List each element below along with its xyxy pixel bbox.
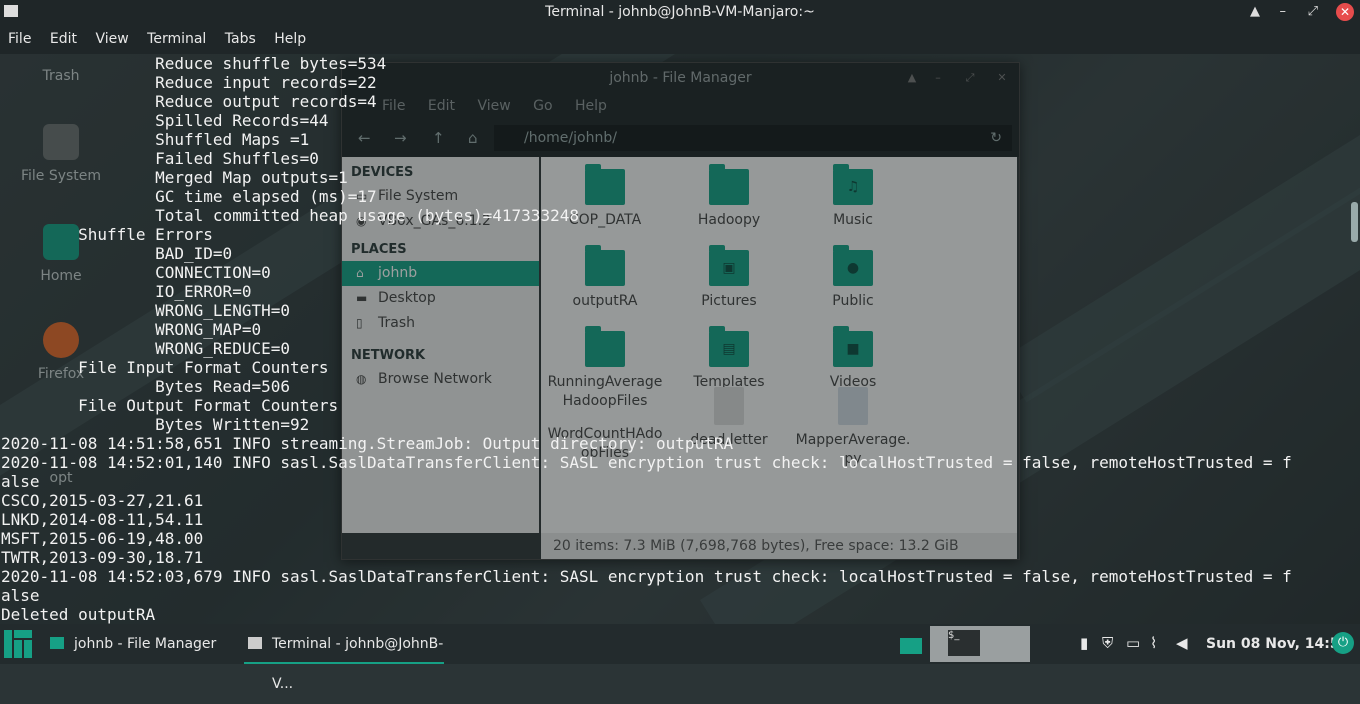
menu-tabs[interactable]: Tabs [225, 31, 256, 47]
window-menu-icon[interactable]: ▲ [1250, 0, 1260, 24]
terminal-line: Shuffle Errors [1, 225, 213, 244]
terminal-line: Failed Shuffles=0 [1, 149, 319, 168]
attachment-icon[interactable]: ⌇ [1150, 634, 1157, 652]
terminal-line: 2020-11-08 14:52:03,679 INFO sasl.SaslDa… [1, 567, 1292, 586]
clipboard-icon[interactable]: ▮ [1080, 634, 1088, 652]
taskbar: johnb - File Manager Terminal - johnb@Jo… [0, 624, 1360, 692]
terminal-line: File Input Format Counters [1, 358, 329, 377]
menu-help[interactable]: Help [274, 31, 306, 47]
terminal-line: WRONG_LENGTH=0 [1, 301, 290, 320]
close-icon[interactable]: ✕ [1336, 3, 1354, 21]
shield-icon[interactable]: ⛨ [1102, 634, 1113, 652]
terminal-output[interactable]: Reduce shuffle bytes=534 Reduce input re… [0, 54, 1349, 624]
taskbar-task-file-manager[interactable]: johnb - File Manager [46, 624, 264, 664]
workspace-1[interactable] [896, 626, 926, 662]
terminal-line: Merged Map outputs=1 [1, 168, 348, 187]
terminal-line: CSCO,2015-03-27,21.61 [1, 491, 204, 510]
terminal-app-icon [4, 5, 18, 17]
terminal-line: Reduce output records=4 [1, 92, 377, 111]
terminal-line: MSFT,2015-06-19,48.00 [1, 529, 204, 548]
menu-file[interactable]: File [8, 31, 31, 47]
terminal-line: 2020-11-08 14:52:01,140 INFO sasl.SaslDa… [1, 453, 1292, 472]
power-icon[interactable]: ⏻ [1332, 632, 1354, 654]
task-label: johnb - File Manager [74, 636, 217, 652]
terminal-line: Reduce shuffle bytes=534 [1, 54, 387, 73]
terminal-line: 2020-11-08 14:51:58,651 INFO streaming.S… [1, 434, 734, 453]
scrollbar-thumb[interactable] [1351, 202, 1358, 242]
terminal-line: CONNECTION=0 [1, 263, 271, 282]
terminal-menubar: File Edit View Terminal Tabs Help [0, 24, 1360, 54]
display-icon[interactable]: ▭ [1126, 634, 1140, 652]
terminal-line: BAD_ID=0 [1, 244, 233, 263]
terminal-line: WRONG_REDUCE=0 [1, 339, 290, 358]
terminal-line: Reduce input records=22 [1, 73, 377, 92]
terminal-line: Total committed heap usage (bytes)=41733… [1, 206, 579, 225]
file-manager-icon [50, 637, 64, 649]
terminal-line: LNKD,2014-08-11,54.11 [1, 510, 204, 529]
menu-view[interactable]: View [95, 31, 128, 47]
terminal-line: Spilled Records=44 [1, 111, 329, 130]
terminal-titlebar[interactable]: Terminal - johnb@JohnB-VM-Manjaro:~ ▲ – … [0, 0, 1360, 24]
task-label: Terminal - johnb@JohnB-V... [272, 636, 444, 692]
terminal-line: WRONG_MAP=0 [1, 320, 262, 339]
maximize-icon[interactable]: ⤢ [1308, 0, 1318, 24]
terminal-line: alse [1, 472, 40, 491]
terminal-line: GC time elapsed (ms)=17 [1, 187, 377, 206]
volume-icon[interactable]: ◀ [1176, 634, 1188, 652]
terminal-line: Deleted outputRA [1, 605, 156, 624]
menu-terminal[interactable]: Terminal [147, 31, 206, 47]
terminal-line: Bytes Written=92 [1, 415, 310, 434]
terminal-line: File Output Format Counters [1, 396, 339, 415]
menu-edit[interactable]: Edit [50, 31, 77, 47]
terminal-line: Bytes Read=506 [1, 377, 290, 396]
terminal-window[interactable]: Terminal - johnb@JohnB-VM-Manjaro:~ ▲ – … [0, 0, 1360, 624]
taskbar-task-terminal[interactable]: Terminal - johnb@JohnB-V... [244, 624, 444, 692]
clock[interactable]: Sun 08 Nov, 14:53 [1206, 624, 1349, 664]
terminal-thumbnail-icon: $_ [948, 630, 980, 656]
minimize-icon[interactable]: – [1280, 0, 1287, 24]
terminal-line: IO_ERROR=0 [1, 282, 252, 301]
terminal-line: Shuffled Maps =1 [1, 130, 310, 149]
terminal-icon [248, 637, 262, 649]
workspace-2[interactable]: $_ [930, 626, 1030, 662]
terminal-title: Terminal - johnb@JohnB-VM-Manjaro:~ [545, 4, 815, 20]
terminal-line: TWTR,2013-09-30,18.71 [1, 548, 204, 567]
manjaro-menu-icon[interactable] [4, 630, 32, 658]
terminal-line: alse [1, 586, 40, 605]
